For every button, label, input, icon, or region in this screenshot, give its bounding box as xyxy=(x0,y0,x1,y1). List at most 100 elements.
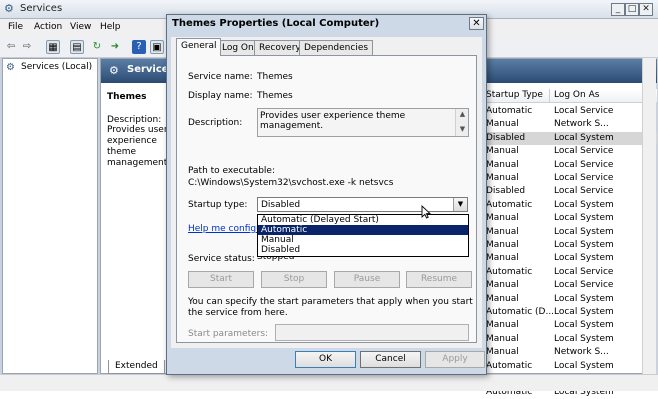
description-label: Description: xyxy=(107,115,162,125)
table-row[interactable]: Manual Local System xyxy=(486,252,657,265)
option-automatic[interactable]: Automatic xyxy=(258,225,468,235)
stop-button[interactable]: Stop xyxy=(261,271,327,288)
vertical-scrollbar[interactable] xyxy=(642,58,656,374)
description-text: Provides user experience theme managemen… xyxy=(107,125,171,168)
scroll-down-icon[interactable]: ▼ xyxy=(456,124,469,135)
properties-icon[interactable]: ▤ xyxy=(70,40,84,54)
log-on-as-cell: Local System xyxy=(554,293,614,304)
table-row[interactable]: Manual Local System xyxy=(486,239,657,252)
tab-recovery[interactable]: Recovery xyxy=(254,40,306,55)
close-icon[interactable]: ✕ xyxy=(639,3,653,16)
table-row[interactable]: Automatic Local System xyxy=(486,199,657,212)
startup-type-cell: Manual xyxy=(486,146,519,157)
pause-button[interactable]: Pause xyxy=(334,271,400,288)
column-separator[interactable] xyxy=(549,89,550,103)
table-row[interactable]: Manual Local System xyxy=(486,319,657,332)
startup-type-dropdown: Automatic (Delayed Start) Automatic Manu… xyxy=(257,214,469,257)
table-row[interactable]: Manual Local Service xyxy=(486,159,657,172)
option-automatic-delayed[interactable]: Automatic (Delayed Start) xyxy=(258,215,468,225)
table-row[interactable]: Manual Local Service xyxy=(486,279,657,292)
description-box-text: Provides user experience theme managemen… xyxy=(260,111,406,131)
table-row[interactable]: Automatic Local System xyxy=(486,360,657,373)
description-box[interactable]: Provides user experience theme managemen… xyxy=(257,108,469,137)
services-header-icon: ⚙ xyxy=(109,64,119,77)
description-scrollbar[interactable]: ▲ ▼ xyxy=(455,109,468,136)
table-row[interactable]: Disabled Local System xyxy=(486,131,657,145)
log-on-as-cell: Local Service xyxy=(554,173,614,183)
tab-dependencies[interactable]: Dependencies xyxy=(299,40,374,55)
table-row[interactable]: Manual Local Service xyxy=(486,145,657,158)
export-icon[interactable]: ➜ xyxy=(108,40,122,54)
refresh-icon[interactable]: ↻ xyxy=(90,40,104,54)
log-on-as-cell: Local System xyxy=(554,320,614,331)
table-row[interactable]: Manual Network S... xyxy=(486,346,657,359)
log-on-as-cell: Local Service xyxy=(554,186,614,197)
apply-button[interactable]: Apply xyxy=(425,351,485,368)
table-row[interactable]: Automatic Local Service xyxy=(486,105,657,118)
table-row[interactable]: Automatic (D... Local System xyxy=(486,306,657,319)
ok-button[interactable]: OK xyxy=(295,351,356,368)
description-field-label: Description: xyxy=(188,118,243,128)
minimize-icon[interactable]: _ xyxy=(611,3,625,16)
mouse-cursor-icon xyxy=(421,205,431,219)
table-row[interactable]: Manual Local System xyxy=(486,212,657,225)
menu-action[interactable]: Action xyxy=(34,22,62,32)
startup-type-cell: Manual xyxy=(486,333,519,344)
table-row[interactable]: Manual Local System xyxy=(486,293,657,306)
dropdown-arrow-icon[interactable]: ▼ xyxy=(453,198,467,211)
log-on-as-cell: Local Service xyxy=(554,280,614,291)
table-row[interactable]: Manual Local System xyxy=(486,333,657,346)
tree-item-services-local[interactable]: Services (Local) xyxy=(21,62,92,72)
start-parameters-info: You can specify the start parameters tha… xyxy=(188,297,473,318)
column-startup-type[interactable]: Startup Type xyxy=(486,90,543,100)
startup-type-cell: Disabled xyxy=(486,132,526,143)
startup-type-cell: Automatic xyxy=(486,266,533,277)
service-name-label: Service name: xyxy=(188,72,253,82)
column-log-on-as[interactable]: Log On As xyxy=(554,90,599,100)
startup-type-select[interactable]: Disabled ▼ xyxy=(257,197,468,212)
selected-service-name: Themes xyxy=(107,92,147,102)
log-on-as-cell: Local System xyxy=(554,199,614,210)
log-on-as-cell: Local Service xyxy=(554,146,614,157)
dialog-close-icon[interactable]: ✕ xyxy=(469,17,484,30)
console-icon[interactable]: ▣ xyxy=(150,40,164,54)
log-on-as-cell: Network S... xyxy=(554,119,609,130)
tab-general[interactable]: General xyxy=(176,38,222,56)
resume-button[interactable]: Resume xyxy=(406,271,472,288)
option-disabled[interactable]: Disabled xyxy=(258,245,468,255)
tab-extended[interactable]: Extended xyxy=(108,360,165,374)
forward-arrow-icon[interactable]: ⇨ xyxy=(20,40,34,54)
menu-help[interactable]: Help xyxy=(100,22,121,32)
table-row[interactable]: Disabled Local Service xyxy=(486,185,657,198)
dialog-title: Themes Properties (Local Computer) xyxy=(172,18,380,29)
tree-pane: ⚙ Services (Local) xyxy=(2,58,98,374)
service-status-label: Service status: xyxy=(188,254,255,264)
option-manual[interactable]: Manual xyxy=(258,235,468,245)
start-button[interactable]: Start xyxy=(188,271,254,288)
scroll-up-icon[interactable]: ▲ xyxy=(456,109,469,120)
startup-type-cell: Manual xyxy=(486,213,519,224)
startup-type-cell: Automatic xyxy=(486,199,533,210)
log-on-as-cell: Local System xyxy=(554,226,614,237)
startup-type-cell: Manual xyxy=(486,159,519,170)
startup-type-cell: Manual xyxy=(486,320,519,331)
table-row[interactable]: Manual Local System xyxy=(486,226,657,239)
table-row[interactable]: Manual Local Service xyxy=(486,172,657,185)
cancel-button[interactable]: Cancel xyxy=(360,351,421,368)
table-row[interactable]: Automatic Local Service xyxy=(486,266,657,279)
tab-log-on[interactable]: Log On xyxy=(217,40,259,55)
log-on-as-cell: Local System xyxy=(554,240,614,250)
path-label: Path to executable: xyxy=(188,166,275,176)
menu-file[interactable]: File xyxy=(8,22,23,32)
table-row[interactable]: Manual Network S... xyxy=(486,118,657,131)
menu-view[interactable]: View xyxy=(70,22,91,32)
show-tree-icon[interactable]: ▦ xyxy=(46,40,60,54)
start-parameters-input[interactable] xyxy=(275,324,469,341)
back-arrow-icon[interactable]: ⇦ xyxy=(4,40,18,54)
log-on-as-cell: Local System xyxy=(554,132,614,143)
display-name-label: Display name: xyxy=(188,91,253,101)
help-icon[interactable]: ? xyxy=(132,40,146,54)
services-local-icon: ⚙ xyxy=(6,62,15,73)
start-parameters-label: Start parameters: xyxy=(188,329,269,339)
maximize-icon[interactable]: □ xyxy=(625,3,639,16)
